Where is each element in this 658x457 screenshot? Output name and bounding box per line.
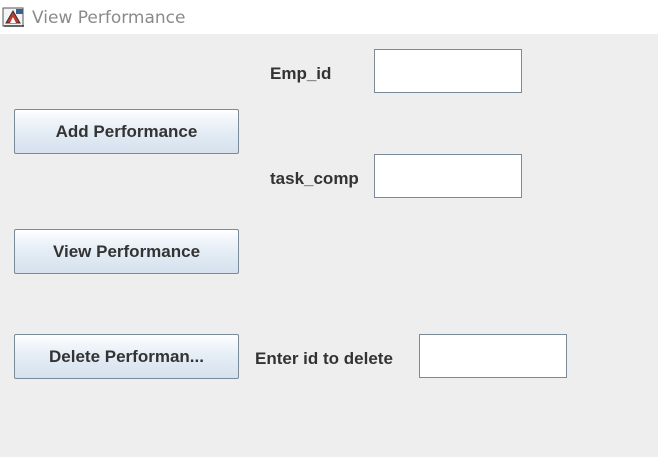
add-performance-button[interactable]: Add Performance bbox=[14, 109, 239, 154]
view-performance-button[interactable]: View Performance bbox=[14, 229, 239, 274]
delete-id-label: Enter id to delete bbox=[255, 349, 393, 368]
task-comp-label: task_comp bbox=[270, 169, 359, 188]
delete-performance-button[interactable]: Delete Performan... bbox=[14, 334, 239, 379]
window-title: View Performance bbox=[32, 8, 186, 28]
emp-id-label: Emp_id bbox=[270, 64, 332, 83]
title-bar: View Performance bbox=[0, 0, 658, 34]
delete-id-field[interactable] bbox=[419, 334, 567, 378]
emp-id-field[interactable] bbox=[374, 49, 522, 93]
content-panel: Emp_id Add Performance task_comp View Pe… bbox=[0, 34, 658, 457]
java-app-icon bbox=[2, 7, 24, 27]
task-comp-field[interactable] bbox=[374, 154, 522, 198]
